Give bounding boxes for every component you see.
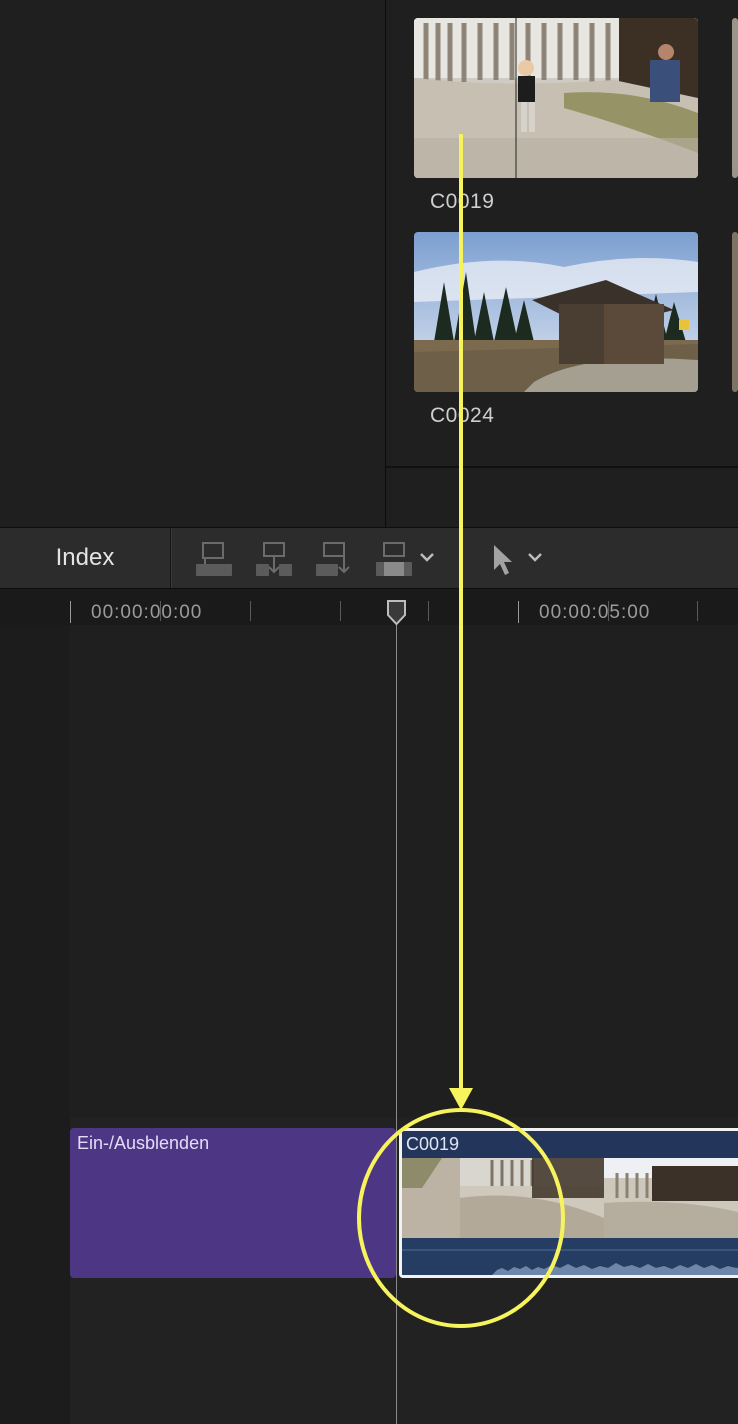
timeline-empty-area[interactable]	[70, 625, 738, 1118]
browser-separator	[386, 466, 738, 468]
connect-clip-icon[interactable]	[194, 540, 234, 583]
clip-name: C0019	[430, 190, 495, 213]
clip-thumbnail-partial[interactable]	[732, 18, 738, 178]
viewer-left-pane	[0, 0, 385, 527]
playhead-handle-icon[interactable]	[386, 599, 407, 627]
overwrite-clip-icon[interactable]	[374, 540, 414, 583]
clip-thumbnail-c0024[interactable]	[414, 232, 698, 392]
title-clip-fade[interactable]: Ein-/Ausblenden	[70, 1128, 396, 1278]
timeline-header-column	[0, 625, 70, 1424]
clip-filmstrip	[402, 1158, 738, 1238]
timeline-toolbar: Index	[0, 527, 738, 589]
append-clip-icon[interactable]	[314, 540, 354, 583]
insert-clip-icon[interactable]	[254, 540, 294, 583]
playhead[interactable]	[396, 600, 397, 1424]
toolbar-separator	[171, 528, 172, 588]
clip-thumbnail-partial[interactable]	[732, 232, 738, 392]
clip-audio-waveform	[402, 1238, 738, 1275]
clip-label: C0019	[406, 1134, 460, 1154]
timeline-ruler[interactable]: 00:00:00:00 00:00:05:00	[0, 589, 738, 625]
video-clip-c0019[interactable]: C0019	[399, 1128, 738, 1278]
clip-thumbnail-c0019[interactable]	[414, 18, 698, 178]
tool-options-chevron-icon[interactable]	[526, 550, 544, 569]
clip-label: Ein-/Ausblenden	[77, 1133, 210, 1153]
clip-name: C0024	[430, 404, 495, 427]
edit-options-chevron-icon[interactable]	[418, 550, 436, 569]
timecode-label: 00:00:00:00	[91, 602, 203, 623]
index-button[interactable]: Index	[0, 528, 171, 588]
timecode-label: 00:00:05:00	[539, 602, 651, 623]
select-tool-icon[interactable]	[490, 542, 516, 583]
